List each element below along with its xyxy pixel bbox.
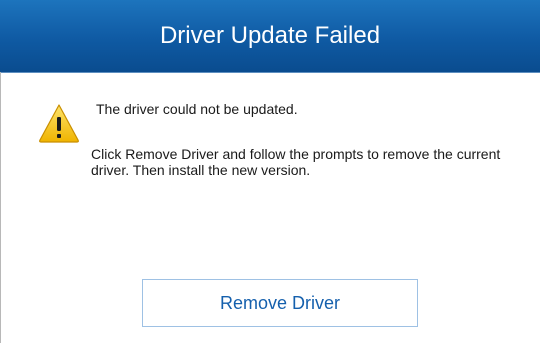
driver-update-dialog: Driver Update Failed The driver could no… [0,0,540,343]
warning-icon [39,104,79,143]
remove-driver-button[interactable]: Remove Driver [142,279,418,327]
error-message: The driver could not be updated. [96,101,298,117]
left-border [0,72,1,343]
instruction-message: Click Remove Driver and follow the promp… [91,146,501,178]
title-bar: Driver Update Failed [0,0,540,73]
dialog-title: Driver Update Failed [159,22,381,49]
